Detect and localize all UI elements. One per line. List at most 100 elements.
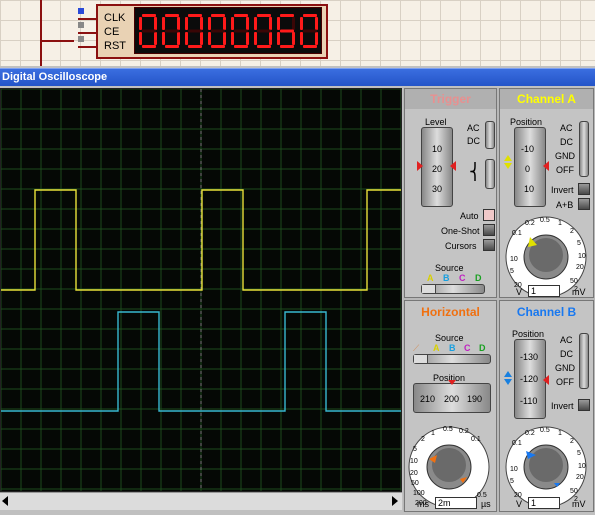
position-tick: 190	[467, 394, 483, 404]
trigger-level-thumbwheel[interactable]: 10 20 30	[421, 127, 453, 207]
horizontal-timebase-dial[interactable]: 0.5 0.2 0.1 1 2 5 10 20 50 100 200 0.5	[405, 421, 497, 507]
display-segment	[223, 17, 226, 30]
down-arrow-icon[interactable]	[504, 379, 512, 385]
trigger-section: Trigger Level 10 20 30 AC DC ⎨ Auto One-…	[404, 88, 497, 298]
dial-tick-label: 0.1	[512, 230, 522, 237]
display-segment	[300, 17, 303, 30]
channel-a-title: Channel A	[500, 89, 593, 109]
dial-tick-label: 0.5	[540, 427, 550, 434]
display-segment	[139, 17, 142, 30]
display-segment	[254, 32, 257, 45]
trigger-coupling-switch[interactable]	[485, 121, 495, 149]
dial-tick-label: 0.2	[525, 430, 535, 437]
dial-tick-label: 0.5	[443, 426, 453, 433]
dial-tick-label: 2	[570, 438, 574, 445]
dial-tick-label: 100	[413, 490, 425, 497]
display-segment	[200, 32, 203, 45]
display-segment	[142, 29, 156, 33]
scope-graticule	[0, 88, 402, 491]
one-shot-button[interactable]	[483, 224, 495, 236]
channel-b-position-thumbwheel[interactable]: -130 -120 -110	[514, 339, 546, 419]
display-segment	[257, 29, 271, 33]
channel-a-invert-button[interactable]	[578, 183, 590, 195]
wire	[40, 40, 74, 42]
display-segment	[211, 45, 225, 48]
trigger-source-slider[interactable]	[421, 284, 485, 294]
dial-tick-label: 20	[514, 492, 522, 499]
channel-a-aplusb-button[interactable]	[578, 198, 590, 210]
position-tick: -10	[521, 144, 535, 154]
position-tick: -130	[520, 352, 539, 362]
dial-tick-label: 2	[421, 436, 425, 443]
dial-tick-label: 1	[431, 430, 435, 437]
display-segment	[208, 32, 211, 45]
display-segment	[292, 17, 295, 30]
level-label: Level	[425, 117, 447, 127]
channel-a-position-thumbwheel[interactable]: -10 0 10	[514, 127, 546, 207]
dial-tick-label: 50	[570, 488, 578, 495]
display-segment	[277, 32, 280, 45]
rising-edge-icon: ⎨	[469, 164, 481, 181]
channel-b-value-field[interactable]: 1	[528, 497, 560, 509]
channel-a-coupling-switch[interactable]	[579, 121, 589, 177]
display-segment	[185, 17, 188, 30]
pin-label-clk: CLK	[104, 12, 126, 24]
display-segment	[142, 45, 156, 48]
dial-tick-label: 0.2	[525, 220, 535, 227]
window-title: Digital Oscilloscope	[2, 71, 108, 83]
channel-b-invert-button[interactable]	[578, 399, 590, 411]
left-arrow-icon[interactable]	[2, 496, 8, 506]
down-arrow-icon[interactable]	[504, 163, 512, 169]
horizontal-source-slider[interactable]	[413, 354, 491, 364]
display-segment	[257, 14, 271, 17]
window-titlebar[interactable]: Digital Oscilloscope	[0, 68, 595, 86]
position-tick: -110	[520, 396, 538, 406]
channel-b-scale-dial[interactable]: 0.2 0.5 1 2 5 10 20 50 0.1 10 5 20 2	[502, 421, 594, 507]
down-arrow-icon	[448, 380, 456, 385]
rising-edge-icon: ⟋	[413, 343, 420, 353]
up-arrow-icon[interactable]	[504, 155, 512, 161]
auto-button[interactable]	[483, 209, 495, 221]
schematic-canvas[interactable]: CLK CE RST	[0, 0, 595, 66]
position-tick: 210	[420, 394, 436, 404]
left-arrow-icon	[543, 375, 549, 385]
left-arrow-icon	[543, 161, 549, 171]
dial-tick-label: 0.5	[477, 492, 487, 499]
seven-segment-display	[134, 7, 322, 54]
right-arrow-icon[interactable]	[392, 496, 398, 506]
cursors-button[interactable]	[483, 239, 495, 251]
display-segment	[246, 17, 249, 30]
slider-thumb[interactable]	[422, 285, 436, 293]
display-segment	[165, 29, 179, 33]
horizontal-title: Horizontal	[421, 305, 480, 319]
channel-b-gnd-label: GND	[555, 363, 575, 373]
channel-a-section: Channel A Position -10 0 10 AC DC GND OF…	[499, 88, 594, 298]
dial-tick-label: 5	[413, 446, 417, 453]
display-digit	[231, 14, 249, 48]
wire	[40, 0, 42, 66]
pin-line	[78, 32, 98, 34]
dial-tick-label: 5	[510, 268, 514, 275]
horizontal-section: Horizontal Source ⟋ A B C D Position 210…	[404, 300, 497, 512]
up-arrow-icon[interactable]	[504, 371, 512, 377]
horizontal-position-thumbwheel[interactable]: 210 200 190	[413, 383, 491, 413]
display-segment	[139, 32, 142, 45]
slider-thumb[interactable]	[414, 355, 428, 363]
dial-tick-label: 10	[578, 463, 586, 470]
cursors-label: Cursors	[445, 241, 477, 251]
source-b: B	[443, 273, 450, 283]
display-digit	[162, 14, 180, 48]
pin-marker	[78, 8, 84, 14]
channel-b-coupling-switch[interactable]	[579, 333, 589, 389]
channel-a-value-field[interactable]: 1	[528, 285, 560, 297]
trigger-edge-switch[interactable]	[485, 159, 495, 189]
display-segment	[142, 14, 156, 17]
horizontal-value-field[interactable]: 2m	[435, 497, 477, 509]
horizontal-scrollbar[interactable]	[0, 492, 402, 510]
dial-tick-label: 10	[510, 256, 518, 263]
display-segment	[254, 17, 257, 30]
position-tick: -120	[520, 374, 539, 384]
display-segment	[188, 45, 202, 48]
position-tick: 200	[444, 394, 460, 404]
dial-tick-label: 5	[510, 478, 514, 485]
